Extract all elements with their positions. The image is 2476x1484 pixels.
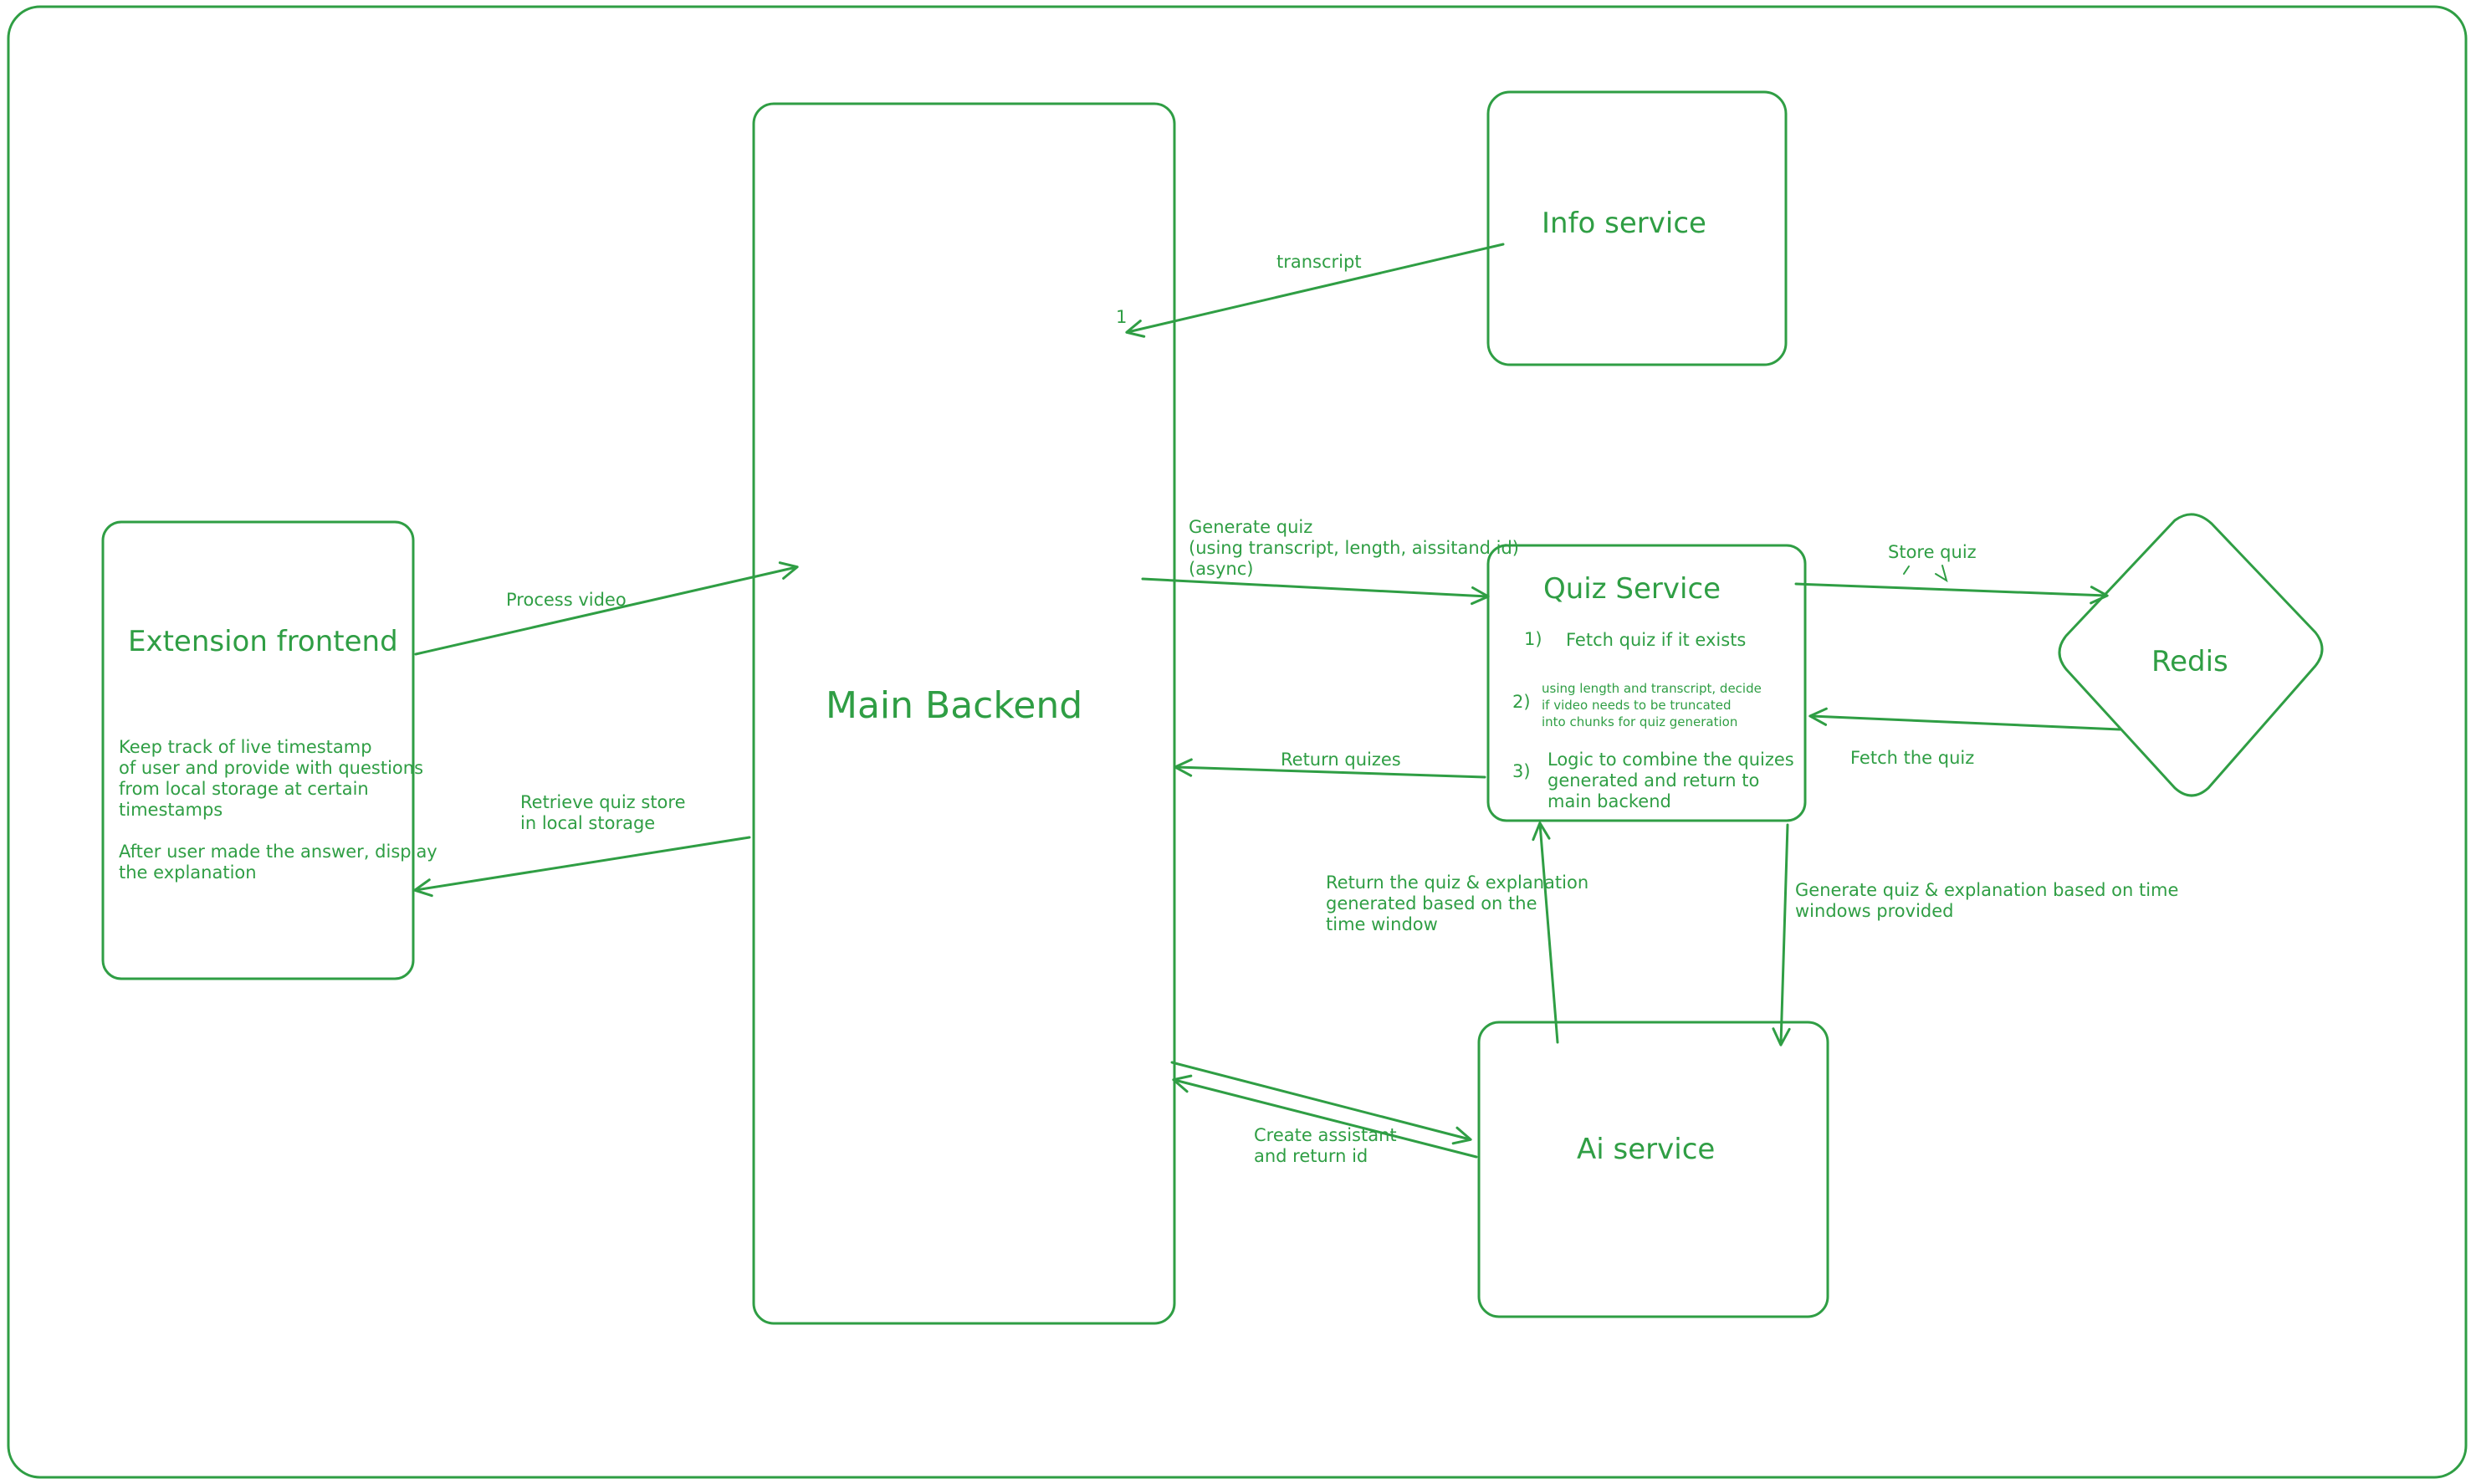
quiz-step-line: using length and transcript, decide — [1542, 681, 1762, 696]
extension-frontend-note-line: the explanation — [119, 862, 257, 883]
extension-frontend-note-line: timestamps — [119, 800, 223, 820]
store-quiz-tick — [1903, 565, 1910, 575]
quiz-step-line: main backend — [1548, 791, 1671, 811]
extension-frontend-note-line: of user and provide with questions — [119, 758, 423, 778]
retrieve-quiz-label-line: in local storage — [520, 813, 655, 833]
return-quiz-explanation-label-line: time window — [1326, 914, 1438, 934]
quiz-step-number: 1) — [1524, 629, 1542, 649]
generate-quiz-arrow — [1141, 577, 1490, 606]
quiz-step-line: generated and return to — [1548, 770, 1759, 791]
return-quiz-explanation-arrow — [1532, 821, 1559, 1044]
store-quiz-edge: Store quiz — [1794, 542, 2109, 605]
quiz-step-text: Fetch quiz if it exists — [1566, 630, 1746, 650]
generate-quiz-explanation-label-line: windows provided — [1795, 901, 1953, 921]
quiz-step-line: into chunks for quiz generation — [1542, 714, 1737, 729]
quiz-service-title: Quiz Service — [1543, 572, 1721, 606]
extension-frontend-note-line: from local storage at certain — [119, 779, 369, 799]
store-quiz-label: Store quiz — [1888, 542, 1977, 562]
quiz-step-text: using length and transcript, decide if v… — [1542, 681, 1766, 729]
create-assistant-label-line: and return id — [1254, 1146, 1368, 1166]
extension-frontend-note-line: Keep track of live timestamp — [119, 737, 372, 757]
fetch-the-quiz-edge: Fetch the quiz — [1808, 707, 2121, 768]
generate-quiz-label: Generate quiz (using transcript, length,… — [1189, 517, 1525, 579]
generate-quiz-explanation-label: Generate quiz & explanation based on tim… — [1795, 880, 2184, 921]
quiz-step-line: if video needs to be truncated — [1542, 698, 1732, 713]
process-video-edge: Process video — [414, 561, 799, 656]
fetch-the-quiz-label: Fetch the quiz — [1850, 748, 1974, 768]
ai-service-title: Ai service — [1577, 1133, 1715, 1166]
return-quiz-explanation-label-line: generated based on the — [1326, 893, 1537, 913]
create-assistant-edge: Create assistant and return id — [1170, 1061, 1478, 1166]
quiz-service-node: Quiz Service 1) Fetch quiz if it exists … — [1486, 544, 1807, 822]
return-quiz-explanation-edge: Return the quiz & explanation generated … — [1326, 821, 1594, 1044]
store-quiz-arrow — [1794, 582, 2109, 605]
quiz-step-line: Logic to combine the quizes — [1548, 750, 1794, 770]
redis-node: Redis — [2058, 513, 2324, 797]
generate-quiz-explanation-label-line: Generate quiz & explanation based on tim… — [1795, 880, 2178, 900]
generate-quiz-edge: Generate quiz (using transcript, length,… — [1141, 517, 1525, 606]
retrieve-quiz-label: Retrieve quiz store in local storage — [520, 792, 691, 833]
return-quizes-edge: Return quizes — [1174, 750, 1486, 779]
quiz-step-number: 3) — [1512, 761, 1531, 781]
process-video-label: Process video — [506, 590, 627, 610]
generate-quiz-label-line: (using transcript, length, aissitand id) — [1189, 538, 1519, 558]
architecture-diagram: Extension frontend Keep track of live ti… — [7, 5, 2468, 1479]
info-service-title: Info service — [1542, 207, 1706, 240]
main-backend-node: Main Backend — [752, 102, 1176, 1325]
retrieve-quiz-label-line: Retrieve quiz store — [520, 792, 686, 812]
redis-title: Redis — [2151, 645, 2228, 678]
fetch-the-quiz-arrow — [1808, 707, 2121, 731]
generate-quiz-label-line: Generate quiz — [1189, 517, 1312, 537]
extension-frontend-note-line: After user made the answer, display — [119, 842, 437, 862]
quiz-step-number: 2) — [1512, 692, 1531, 712]
store-quiz-tick — [1935, 565, 1948, 583]
transcript-label: transcript — [1276, 252, 1362, 272]
extension-frontend-node: Extension frontend Keep track of live ti… — [101, 520, 443, 980]
transcript-marker: 1 — [1116, 307, 1127, 327]
ai-service-box — [1477, 1021, 1829, 1318]
extension-frontend-notes: Keep track of live timestamp of user and… — [119, 737, 443, 883]
return-quizes-label: Return quizes — [1281, 750, 1401, 770]
create-assistant-label: Create assistant and return id — [1254, 1125, 1402, 1166]
create-assistant-label-line: Create assistant — [1254, 1125, 1397, 1145]
return-quiz-explanation-label: Return the quiz & explanation generated … — [1326, 872, 1594, 934]
extension-frontend-title: Extension frontend — [128, 625, 398, 658]
generate-quiz-label-line: (async) — [1189, 559, 1253, 579]
main-backend-title: Main Backend — [826, 684, 1082, 727]
process-video-arrow — [414, 561, 799, 656]
quiz-step-text: Logic to combine the quizes generated an… — [1548, 750, 1799, 811]
generate-quiz-explanation-arrow — [1772, 823, 1791, 1046]
generate-quiz-explanation-edge: Generate quiz & explanation based on tim… — [1772, 823, 2184, 1046]
ai-service-node: Ai service — [1477, 1021, 1829, 1318]
retrieve-quiz-edge: Retrieve quiz store in local storage — [413, 792, 751, 898]
info-service-node: Info service — [1486, 90, 1788, 366]
return-quiz-explanation-label-line: Return the quiz & explanation — [1326, 872, 1588, 893]
retrieve-quiz-arrow — [413, 836, 751, 898]
